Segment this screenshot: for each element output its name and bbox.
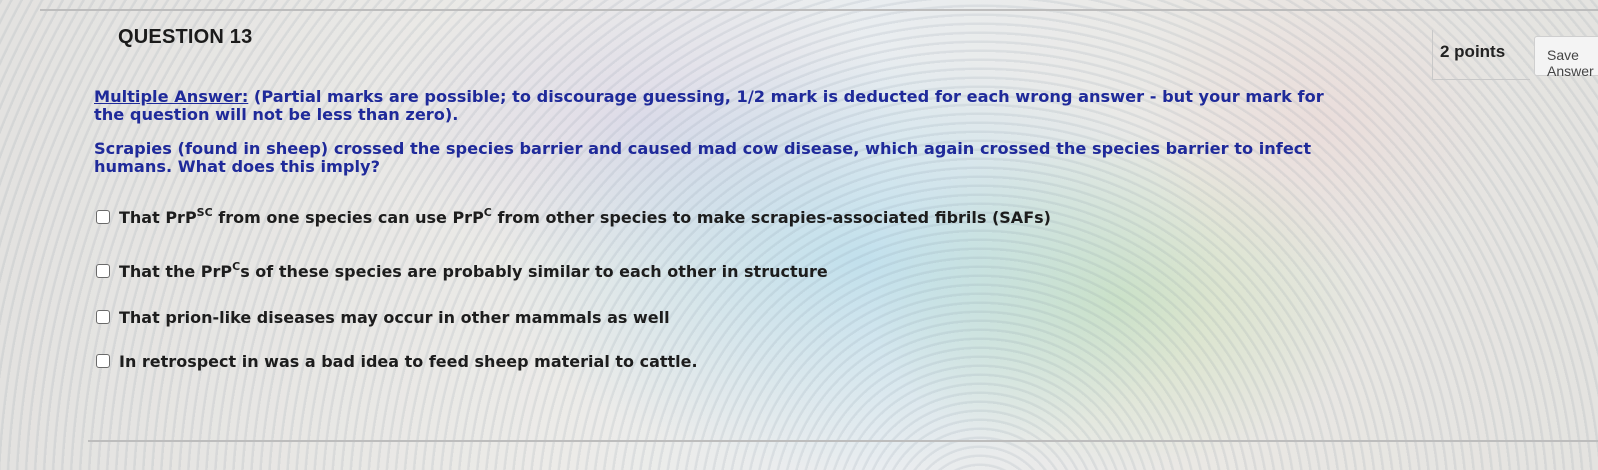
points-label: 2 points: [1440, 42, 1506, 61]
answer-option-2-label: That the PrPCs of these species are prob…: [119, 259, 828, 281]
option-1-superscript-c: C: [483, 205, 492, 219]
answer-checkbox-3[interactable]: [96, 310, 110, 324]
instruction-lead: Multiple Answer:: [94, 87, 249, 106]
answer-checkbox-2[interactable]: [96, 264, 110, 278]
option-3-text: That prion-like diseases may occur in ot…: [119, 307, 670, 327]
option-1-text-a: That PrP: [119, 207, 197, 227]
option-2-text-a: That the PrP: [119, 261, 233, 281]
option-4-text: In retrospect in was a bad idea to feed …: [119, 351, 698, 371]
option-1-text-c: from other species to make scrapies-asso…: [491, 207, 1051, 227]
top-divider: [40, 9, 1598, 11]
instruction-rest: (Partial marks are possible; to discoura…: [94, 87, 1324, 124]
save-answer-button[interactable]: Save Answer: [1534, 36, 1598, 79]
answer-option-4[interactable]: In retrospect in was a bad idea to feed …: [96, 350, 698, 372]
moire-pattern: [0, 0, 1598, 470]
question-title: QUESTION 13: [118, 26, 253, 48]
option-2-text-b: s of these species are probably similar …: [240, 261, 828, 281]
bottom-divider: [88, 440, 1598, 442]
option-2-superscript-c: C: [232, 259, 241, 273]
option-1-text-b: from one species can use PrP: [212, 207, 484, 227]
answer-option-1[interactable]: That PrPSC from one species can use PrPC…: [96, 206, 1051, 228]
answer-option-2[interactable]: That the PrPCs of these species are prob…: [96, 260, 828, 282]
question-prompt: Scrapies (found in sheep) crossed the sp…: [94, 139, 1312, 176]
answer-checkbox-4[interactable]: [96, 354, 110, 368]
instruction-text: Multiple Answer: (Partial marks are poss…: [94, 88, 1324, 124]
answer-checkbox-1[interactable]: [96, 210, 110, 224]
answer-option-1-label: That PrPSC from one species can use PrPC…: [119, 205, 1051, 227]
option-1-superscript-sc: SC: [196, 205, 213, 219]
answer-option-4-label: In retrospect in was a bad idea to feed …: [119, 352, 698, 371]
screen-background: [0, 0, 1598, 470]
answer-option-3[interactable]: That prion-like diseases may occur in ot…: [96, 306, 670, 328]
answer-option-3-label: That prion-like diseases may occur in ot…: [119, 308, 670, 327]
